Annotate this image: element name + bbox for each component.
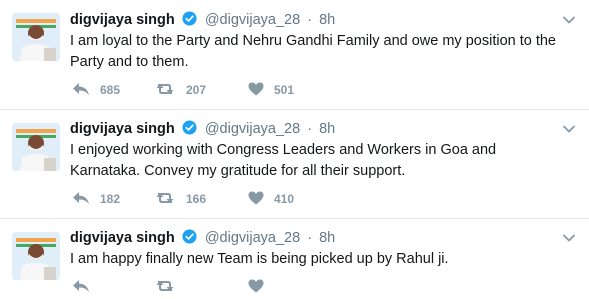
like-icon xyxy=(248,82,274,99)
verified-badge-icon xyxy=(182,11,197,32)
reply-count: 182 xyxy=(100,192,121,206)
reply-button[interactable]: 685 xyxy=(72,82,128,99)
caret-down-icon[interactable] xyxy=(562,231,576,245)
tweet[interactable]: digvijaya singh @digvijaya_28 · 8h I am … xyxy=(0,0,589,110)
tweet-timestamp[interactable]: 8h xyxy=(319,230,335,246)
caret-down-icon[interactable] xyxy=(562,122,576,136)
separator-dot: · xyxy=(307,230,313,246)
verified-badge-icon xyxy=(182,229,197,250)
reply-button[interactable] xyxy=(72,279,128,296)
retweet-button[interactable] xyxy=(154,279,222,296)
retweet-icon xyxy=(154,82,186,99)
tweet-actions: 685 207 501 xyxy=(72,80,320,100)
author-handle[interactable]: @digvijaya_28 xyxy=(205,12,300,28)
tweet[interactable]: digvijaya singh @digvijaya_28 · 8h I am … xyxy=(0,219,589,299)
reply-count: 685 xyxy=(100,83,121,97)
tweet-header: digvijaya singh @digvijaya_28 · 8h xyxy=(70,228,335,248)
tweet-header: digvijaya singh @digvijaya_28 · 8h xyxy=(70,10,335,30)
like-count: 501 xyxy=(274,83,295,97)
avatar[interactable] xyxy=(12,123,60,171)
tweet-text: I am loyal to the Party and Nehru Gandhi… xyxy=(70,33,556,70)
tweet-text: I am happy finally new Team is being pic… xyxy=(70,251,449,267)
tweet-header: digvijaya singh @digvijaya_28 · 8h xyxy=(70,119,335,139)
retweet-count: 166 xyxy=(186,192,207,206)
like-icon xyxy=(248,279,274,296)
tweet-text: I enjoyed working with Congress Leaders … xyxy=(70,142,497,179)
author-handle[interactable]: @digvijaya_28 xyxy=(205,121,300,137)
tweet-actions xyxy=(72,277,300,297)
reply-button[interactable]: 182 xyxy=(72,191,128,208)
like-button[interactable]: 501 xyxy=(248,82,294,99)
tweet-feed: digvijaya singh @digvijaya_28 · 8h I am … xyxy=(0,0,589,299)
tweet-timestamp[interactable]: 8h xyxy=(319,121,335,137)
separator-dot: · xyxy=(307,121,313,137)
like-icon xyxy=(248,191,274,208)
tweet-timestamp[interactable]: 8h xyxy=(319,12,335,28)
separator-dot: · xyxy=(307,12,313,28)
author-name[interactable]: digvijaya singh xyxy=(70,12,175,28)
tweet[interactable]: digvijaya singh @digvijaya_28 · 8h I enj… xyxy=(0,110,589,219)
verified-badge-icon xyxy=(182,120,197,141)
caret-down-icon[interactable] xyxy=(562,13,576,27)
retweet-button[interactable]: 166 xyxy=(154,191,222,208)
author-name[interactable]: digvijaya singh xyxy=(70,230,175,246)
retweet-count: 207 xyxy=(186,83,207,97)
reply-icon xyxy=(72,82,100,99)
reply-icon xyxy=(72,279,100,296)
author-handle[interactable]: @digvijaya_28 xyxy=(205,230,300,246)
retweet-icon xyxy=(154,279,186,296)
retweet-icon xyxy=(154,191,186,208)
like-button[interactable]: 410 xyxy=(248,191,294,208)
like-button[interactable] xyxy=(248,279,274,296)
author-name[interactable]: digvijaya singh xyxy=(70,121,175,137)
tweet-actions: 182 166 410 xyxy=(72,189,320,209)
like-count: 410 xyxy=(274,192,295,206)
retweet-button[interactable]: 207 xyxy=(154,82,222,99)
avatar[interactable] xyxy=(12,232,60,280)
avatar[interactable] xyxy=(12,13,60,61)
reply-icon xyxy=(72,191,100,208)
